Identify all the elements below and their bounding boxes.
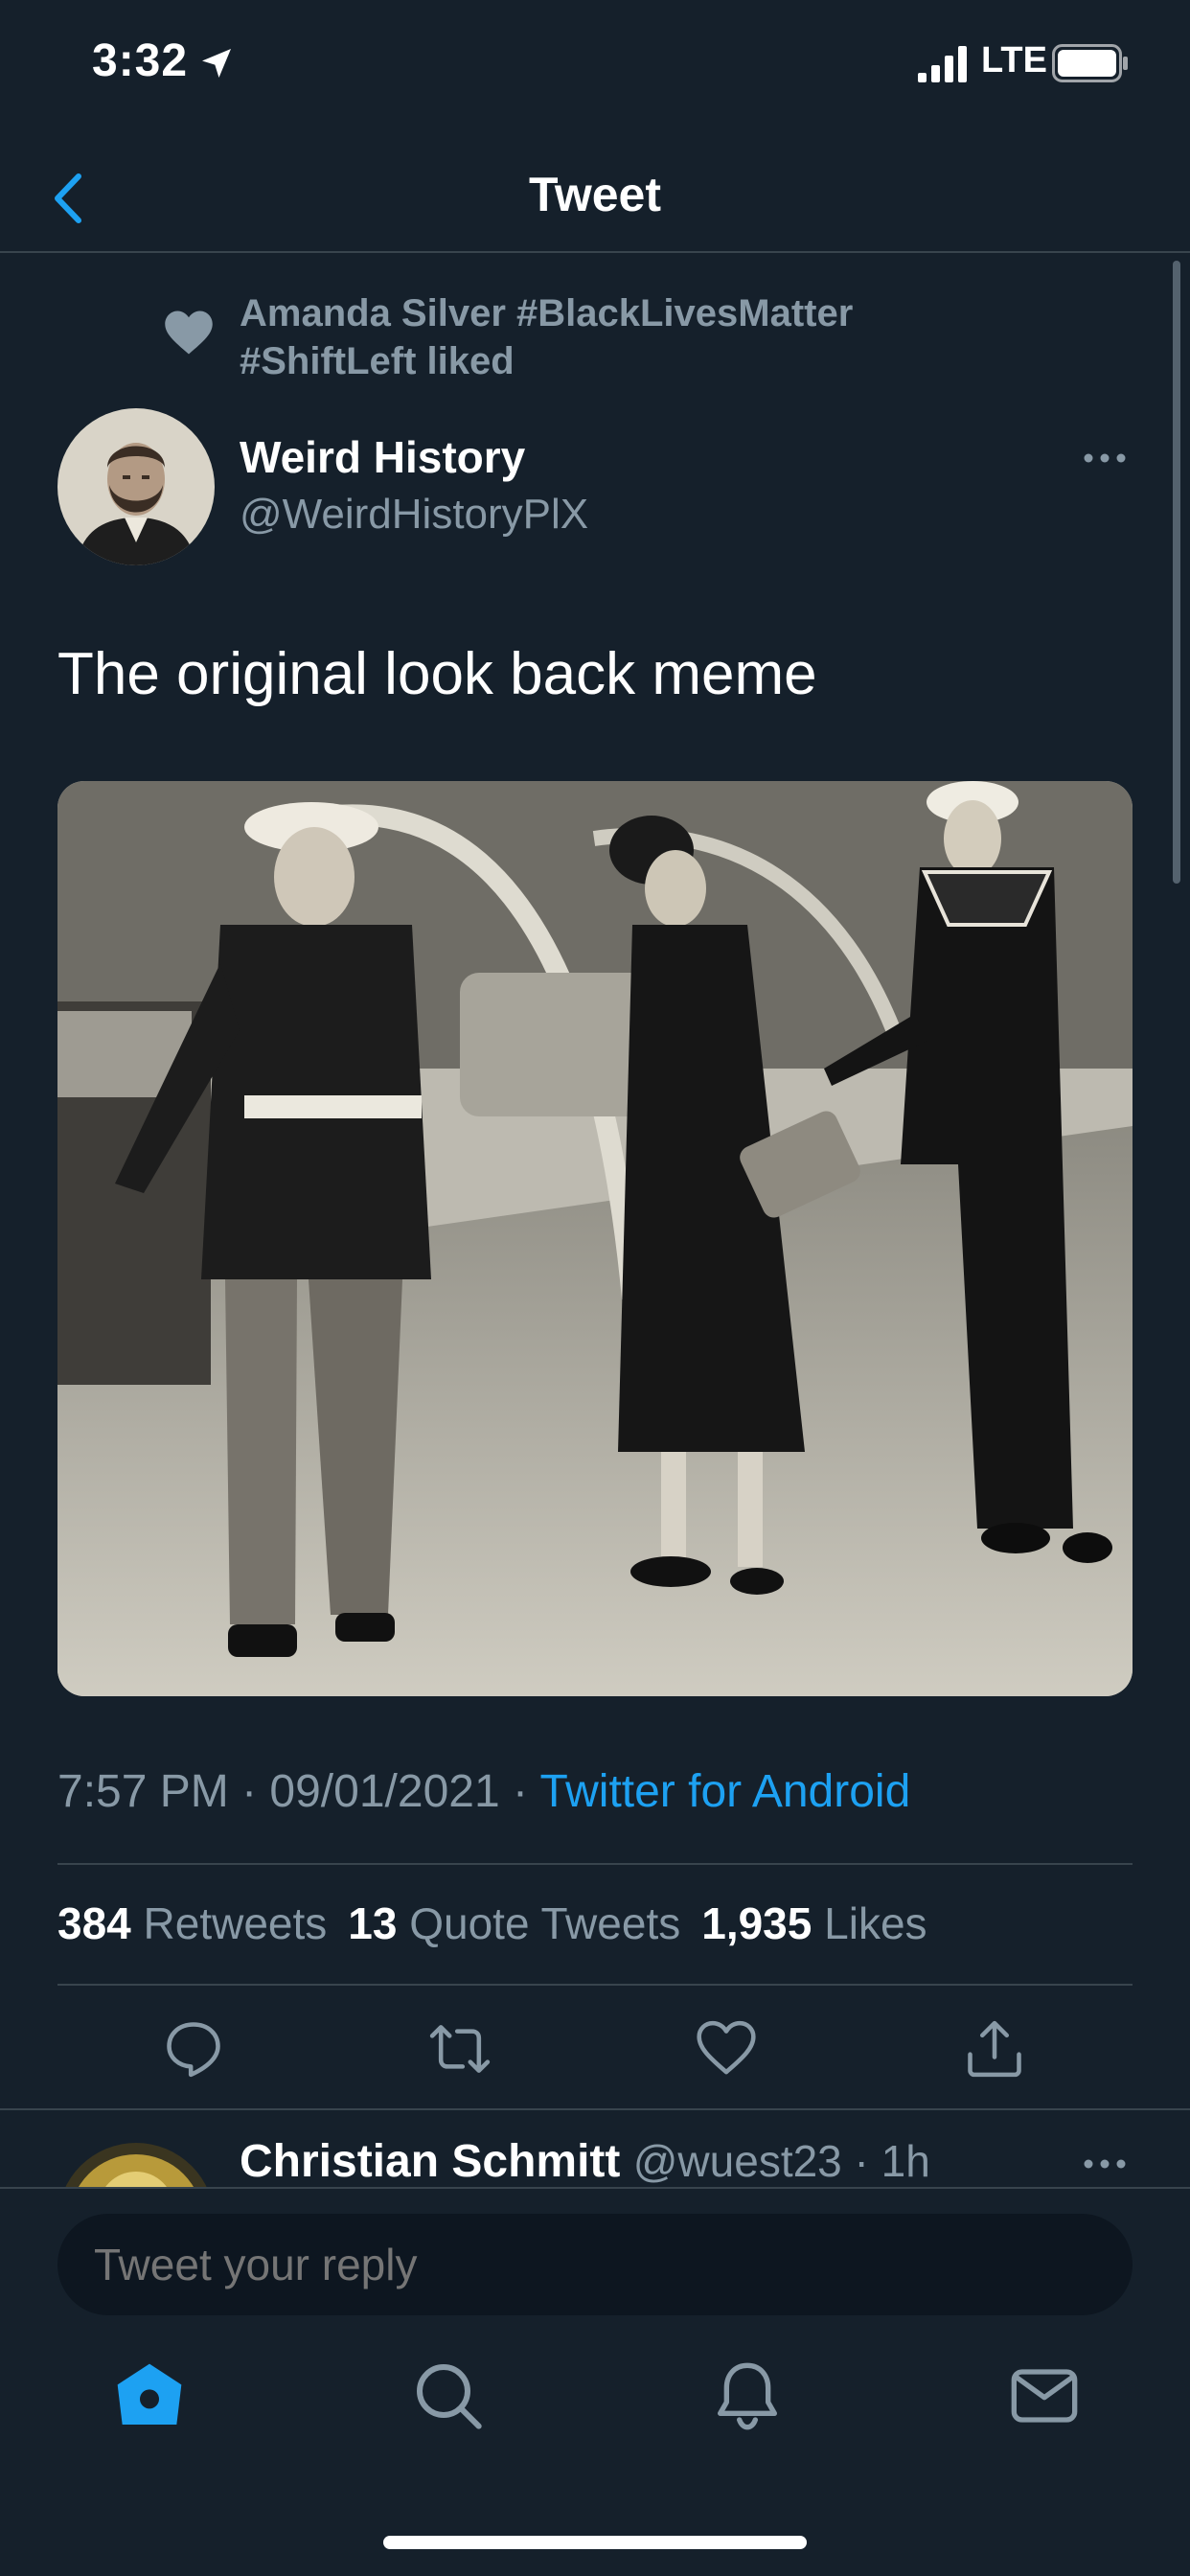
- status-bar: 3:32 LTE: [0, 0, 1190, 134]
- quotes-label: Quote Tweets: [409, 1898, 681, 1948]
- reply-icon[interactable]: [161, 2016, 226, 2082]
- tweet-timestamp: 7:57 PM · 09/01/2021 ·: [57, 1766, 540, 1817]
- location-arrow-icon: [202, 49, 231, 78]
- likes-stat[interactable]: 1,935 Likes: [701, 1898, 948, 1948]
- divider: [57, 1984, 1133, 1986]
- search-icon[interactable]: [410, 2358, 487, 2434]
- author-handle[interactable]: @WeirdHistoryPlX: [240, 491, 588, 539]
- notifications-icon[interactable]: [709, 2358, 786, 2434]
- reply-author-name: Christian Schmitt: [240, 2136, 621, 2187]
- nav-bar: Tweet: [0, 144, 1190, 253]
- photo-illustration: [57, 781, 1133, 1696]
- home-indicator[interactable]: [383, 2536, 807, 2549]
- retweets-count: 384: [57, 1898, 131, 1948]
- divider: [0, 2108, 1190, 2110]
- reply-composer[interactable]: [57, 2214, 1133, 2315]
- avatar-portrait: [57, 408, 215, 565]
- author-avatar[interactable]: [57, 408, 215, 565]
- reply-more-options-button[interactable]: [1083, 2152, 1127, 2175]
- reply-input[interactable]: [94, 2239, 1052, 2290]
- share-icon[interactable]: [962, 2016, 1027, 2082]
- tweet-stats: 384 Retweets 13 Quote Tweets 1,935 Likes: [57, 1898, 949, 1949]
- tweet-timestamp-line: 7:57 PM · 09/01/2021 · Twitter for Andro…: [57, 1765, 910, 1818]
- tab-bar: [0, 2358, 1190, 2463]
- reply-author-handle: @wuest23 · 1h: [632, 2136, 930, 2186]
- retweets-stat[interactable]: 384 Retweets: [57, 1898, 348, 1948]
- quotes-count: 13: [348, 1898, 398, 1948]
- messages-icon[interactable]: [1006, 2358, 1083, 2434]
- tweet-action-bar: [0, 2009, 1190, 2095]
- page-title: Tweet: [529, 168, 661, 221]
- likes-count: 1,935: [701, 1898, 812, 1948]
- retweets-label: Retweets: [143, 1898, 328, 1948]
- author-name[interactable]: Weird History: [240, 431, 525, 483]
- social-context-text[interactable]: Amanda Silver #BlackLivesMatter #ShiftLe…: [240, 289, 968, 385]
- heart-icon: [165, 310, 213, 355]
- tweet-source-link[interactable]: Twitter for Android: [539, 1766, 910, 1817]
- tweet-detail-screen: 3:32 LTE Tweet Amanda Silver #BlackLives…: [0, 0, 1190, 2576]
- signal-icon: [918, 46, 967, 82]
- network-type: LTE: [981, 40, 1047, 80]
- battery-icon: [1052, 44, 1128, 82]
- tweet-text: The original look back meme: [57, 641, 817, 707]
- more-options-button[interactable]: [1083, 447, 1127, 470]
- scroll-indicator[interactable]: [1173, 261, 1180, 884]
- like-icon[interactable]: [694, 2016, 759, 2082]
- reply-header[interactable]: Christian Schmitt @wuest23 · 1h: [240, 2135, 930, 2188]
- divider: [57, 1863, 1133, 1865]
- likes-label: Likes: [824, 1898, 927, 1948]
- home-icon[interactable]: [111, 2358, 188, 2434]
- retweet-icon[interactable]: [427, 2016, 492, 2082]
- tweet-photo[interactable]: [57, 781, 1133, 1696]
- status-time: 3:32: [92, 35, 189, 86]
- quotes-stat[interactable]: 13 Quote Tweets: [348, 1898, 701, 1948]
